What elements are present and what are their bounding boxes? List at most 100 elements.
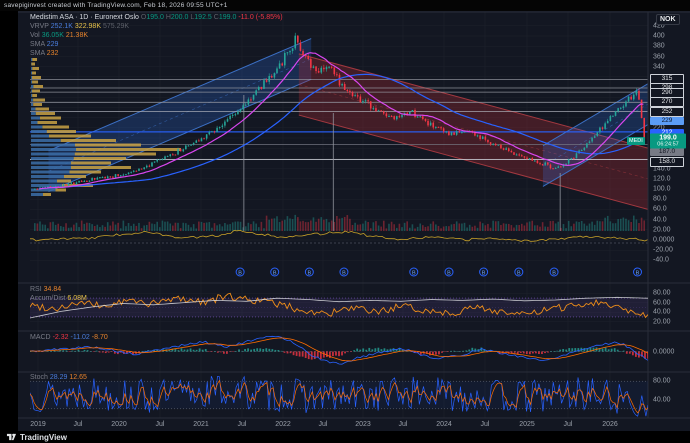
accdist-label: Accum/Dist — [30, 295, 65, 302]
last-price-symbol-tag: MEDI — [627, 137, 645, 145]
price-tick: 120.0 — [653, 176, 671, 183]
vrvp-label: VRVP — [30, 23, 49, 30]
time-label-2022: 2022 — [275, 421, 291, 428]
time-label-Jul: Jul — [74, 421, 83, 428]
macd-row[interactable]: MACD -2.32 -11.02 -8.70 — [30, 334, 108, 341]
high-value: 200.0 — [171, 14, 189, 21]
rsi-value: 34.84 — [44, 286, 62, 293]
change-value: -11.0 (-5.85%) — [238, 14, 282, 21]
price-tick: -20.00 — [653, 247, 673, 254]
volume-spike — [243, 95, 244, 231]
sma1-row[interactable]: SMA 229 — [30, 41, 283, 48]
stoch-legend: Stoch 28.29 12.65 — [30, 374, 87, 383]
vrvp-value-1: 252.1K — [51, 23, 73, 30]
price-label-badge-252: 252 — [650, 107, 684, 117]
time-label-2019: 2019 — [30, 421, 46, 428]
bar-countdown: 06:24:57 — [650, 142, 686, 148]
price-tick: 380 — [653, 43, 665, 50]
last-price-value: 199.0 — [650, 135, 686, 142]
price-label-badge-158.0: 158.0 — [650, 157, 684, 167]
stoch-row[interactable]: Stoch 28.29 12.65 — [30, 374, 87, 381]
svg-text:B: B — [342, 270, 346, 276]
macd-line-value: -11.02 — [71, 334, 90, 341]
price-tick: 40.0 — [653, 217, 667, 224]
rsi-legend: RSI 34.84 Accum/Dist 6.08M — [30, 286, 87, 304]
sma1-label: SMA — [30, 41, 45, 48]
time-label-Jul: Jul — [564, 421, 573, 428]
svg-text:B: B — [238, 270, 242, 276]
macd-signal-value: -8.70 — [92, 334, 108, 341]
svg-text:B: B — [273, 270, 277, 276]
price-tick: 0.0000 — [653, 237, 674, 244]
time-label-2025: 2025 — [519, 421, 535, 428]
sma1-value: 229 — [47, 41, 59, 48]
sma2-label: SMA — [30, 50, 45, 57]
stoch-tick: 80.00 — [653, 378, 671, 385]
svg-text:B: B — [552, 270, 556, 276]
price-axis-currency[interactable]: NOK — [656, 14, 680, 25]
rsi-label: RSI — [30, 286, 42, 293]
svg-text:B: B — [412, 270, 416, 276]
svg-text:B: B — [482, 270, 486, 276]
rsi-tick: 20.00 — [653, 319, 671, 326]
stoch-tick: 40.00 — [653, 397, 671, 404]
symbol-row[interactable]: Medistim ASA · 1D · Euronext Oslo O195.0… — [30, 14, 283, 21]
accdist-row[interactable]: Accum/Dist 6.08M — [30, 295, 87, 302]
volume-label: Vol — [30, 32, 40, 39]
price-tick: 400 — [653, 33, 665, 40]
volume-value: 36.05K — [42, 32, 64, 39]
symbol-title: Medistim ASA · 1D · Euronext Oslo — [30, 14, 139, 21]
time-label-2023: 2023 — [355, 421, 371, 428]
svg-text:B: B — [447, 270, 451, 276]
time-label-2026: 2026 — [602, 421, 618, 428]
vrvp-value-2: 322.98K — [75, 23, 101, 30]
volume-spike — [560, 173, 561, 231]
macd-label: MACD — [30, 334, 51, 341]
price-tick: 80.0 — [653, 196, 667, 203]
macd-legend: MACD -2.32 -11.02 -8.70 — [30, 334, 108, 343]
svg-text:B: B — [636, 270, 640, 276]
footer-brand[interactable]: TradingView — [20, 433, 67, 442]
volume-row[interactable]: Vol 36.05K 21.38K — [30, 32, 283, 39]
stoch-k-value: 28.29 — [50, 374, 68, 381]
main-legend: Medistim ASA · 1D · Euronext Oslo O195.0… — [30, 14, 283, 59]
price-tick: 340 — [653, 64, 665, 71]
sma2-row[interactable]: SMA 232 — [30, 50, 283, 57]
chart-canvas[interactable]: BBBBBBBBBB — [0, 0, 690, 443]
time-label-2021: 2021 — [193, 421, 209, 428]
svg-text:B: B — [308, 270, 312, 276]
macd-hist-value: -2.32 — [53, 334, 69, 341]
vrvp-value-3: 575.29K — [103, 23, 129, 30]
time-label-Jul: Jul — [481, 421, 490, 428]
stoch-d-value: 12.65 — [69, 374, 87, 381]
tradingview-screenshot: savepiginvest created with TradingView.c… — [0, 0, 690, 443]
time-label-2024: 2024 — [436, 421, 452, 428]
price-label-badge-187.0: 187.0 — [650, 148, 684, 156]
open-value: 195.0 — [146, 14, 164, 21]
low-value: 192.5 — [194, 14, 212, 21]
rsi-tick: 40.00 — [653, 309, 671, 316]
vrvp-row[interactable]: VRVP 252.1K 322.98K 575.29K — [30, 23, 283, 30]
time-label-2020: 2020 — [111, 421, 127, 428]
svg-text:B: B — [517, 270, 521, 276]
time-label-Jul: Jul — [399, 421, 408, 428]
accdist-value: 6.08M — [67, 295, 86, 302]
price-label-badge-229: 229 — [650, 117, 684, 125]
time-label-Jul: Jul — [238, 421, 247, 428]
macd-tick: 0.0000 — [653, 349, 674, 356]
close-value: 199.0 — [219, 14, 237, 21]
footer-bar: TradingView — [0, 431, 690, 443]
stoch-label: Stoch — [30, 374, 48, 381]
tradingview-logo-icon[interactable] — [6, 432, 17, 442]
price-tick: -40.0 — [653, 257, 669, 264]
rsi-tick: 80.00 — [653, 290, 671, 297]
sma2-value: 232 — [47, 50, 59, 57]
last-price-badge: 199.006:24:57 — [650, 134, 686, 149]
volume-spike — [333, 113, 334, 231]
rsi-tick: 60.00 — [653, 300, 671, 307]
time-label-Jul: Jul — [319, 421, 328, 428]
rsi-row[interactable]: RSI 34.84 — [30, 286, 87, 293]
price-label-badge-270: 270 — [650, 97, 684, 107]
price-tick: 100.0 — [653, 186, 671, 193]
volume-ma-value: 21.38K — [66, 32, 88, 39]
